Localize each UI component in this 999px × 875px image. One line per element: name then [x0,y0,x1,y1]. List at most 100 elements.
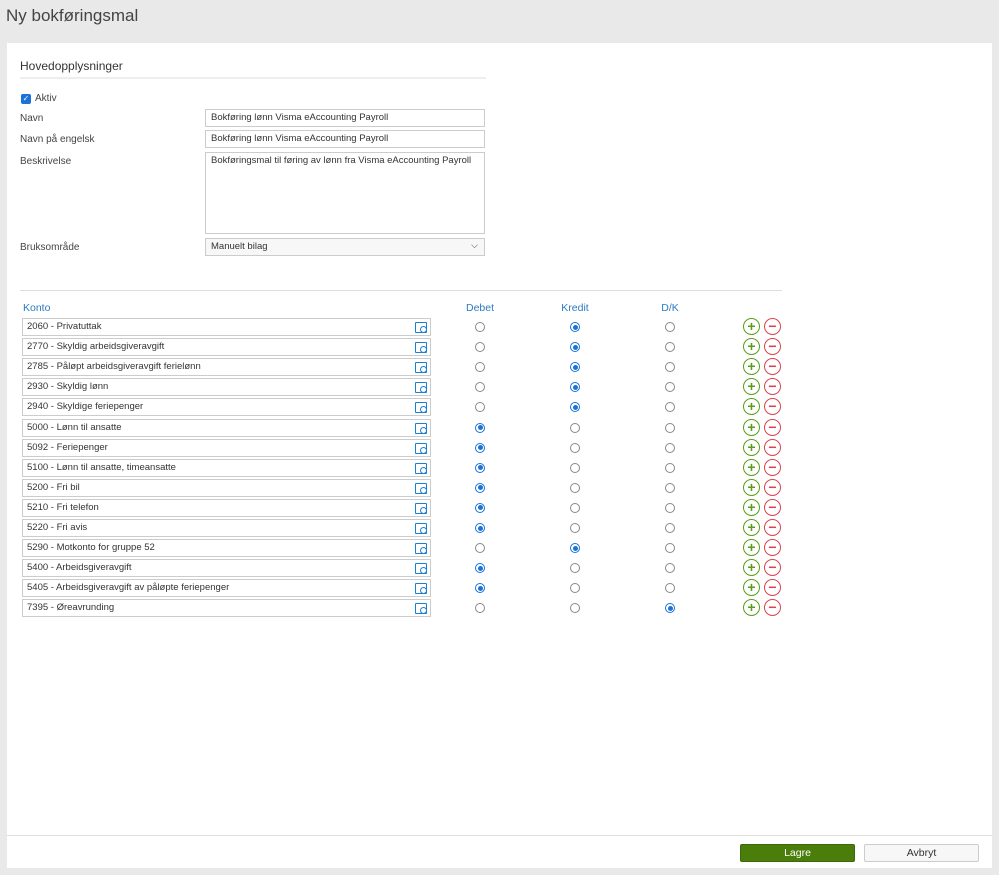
dk-radio[interactable] [665,382,675,393]
debet-radio[interactable] [475,482,485,493]
dk-radio[interactable] [665,563,675,574]
debet-radio[interactable] [475,583,485,594]
konto-input[interactable]: 7395 - Øreavrunding [22,599,431,618]
add-row-icon[interactable]: + [743,519,760,536]
add-row-icon[interactable]: + [743,418,760,436]
dk-radio[interactable] [665,502,675,513]
add-row-icon[interactable]: + [743,398,760,416]
remove-row-icon[interactable]: − [764,599,781,617]
konto-input[interactable]: 5210 - Fri telefon [22,498,431,517]
kredit-radio[interactable] [570,502,580,513]
account-lookup-icon[interactable] [415,402,427,414]
account-lookup-icon[interactable] [415,382,427,394]
add-row-icon[interactable]: + [743,478,760,496]
debet-radio[interactable] [475,523,485,533]
dk-radio[interactable] [665,402,675,413]
add-row-icon[interactable]: + [743,599,760,617]
account-lookup-icon[interactable] [415,322,427,333]
konto-input[interactable]: 5405 - Arbeidsgiveravgift av påløpte fer… [22,579,431,598]
kredit-radio[interactable] [570,402,580,413]
account-lookup-icon[interactable] [415,462,427,474]
kredit-radio[interactable] [570,482,580,493]
account-lookup-icon[interactable] [415,603,427,615]
remove-row-icon[interactable]: − [764,398,781,416]
add-row-icon[interactable]: + [743,458,760,476]
remove-row-icon[interactable]: − [764,458,781,476]
bruksomrade-select[interactable]: Manuelt bilag ⌵ [205,238,485,256]
konto-input[interactable]: 2785 - Påløpt arbeidsgiveravgift ferielø… [22,358,431,377]
account-lookup-icon[interactable] [415,482,427,494]
remove-row-icon[interactable]: − [764,378,781,396]
account-lookup-icon[interactable] [415,523,427,534]
save-button[interactable]: Lagre [740,844,855,862]
dk-radio[interactable] [665,422,675,433]
debet-radio[interactable] [475,543,485,554]
navn-engelsk-input[interactable]: Bokføring lønn Visma eAccounting Payroll [205,130,485,148]
konto-input[interactable]: 2940 - Skyldige feriepenger [22,398,431,417]
account-lookup-icon[interactable] [415,442,427,454]
kredit-radio[interactable] [570,563,580,574]
account-lookup-icon[interactable] [415,583,427,595]
dk-radio[interactable] [665,523,675,533]
konto-input[interactable]: 5400 - Arbeidsgiveravgift [22,559,431,578]
add-row-icon[interactable]: + [743,539,760,557]
debet-radio[interactable] [475,382,485,393]
remove-row-icon[interactable]: − [764,539,781,557]
add-row-icon[interactable]: + [743,579,760,597]
remove-row-icon[interactable]: − [764,579,781,597]
kredit-radio[interactable] [570,442,580,453]
account-lookup-icon[interactable] [415,422,427,434]
remove-row-icon[interactable]: − [764,559,781,577]
account-lookup-icon[interactable] [415,563,427,575]
debet-radio[interactable] [475,322,485,332]
kredit-radio[interactable] [570,322,580,332]
cancel-button[interactable]: Avbryt [864,844,979,862]
kredit-radio[interactable] [570,422,580,433]
dk-radio[interactable] [665,462,675,473]
kredit-radio[interactable] [570,382,580,393]
konto-input[interactable]: 5220 - Fri avis [22,519,431,537]
navn-input[interactable]: Bokføring lønn Visma eAccounting Payroll [205,109,485,127]
dk-radio[interactable] [665,603,675,614]
account-lookup-icon[interactable] [415,502,427,514]
kredit-radio[interactable] [570,583,580,594]
konto-input[interactable]: 5290 - Motkonto for gruppe 52 [22,539,431,558]
add-row-icon[interactable]: + [743,338,760,356]
konto-input[interactable]: 5200 - Fri bil [22,478,431,497]
remove-row-icon[interactable]: − [764,478,781,496]
dk-radio[interactable] [665,362,675,373]
dk-radio[interactable] [665,322,675,332]
account-lookup-icon[interactable] [415,543,427,555]
add-row-icon[interactable]: + [743,438,760,456]
debet-radio[interactable] [475,603,485,614]
konto-input[interactable]: 5092 - Feriepenger [22,438,431,457]
konto-input[interactable]: 2060 - Privatuttak [22,318,431,336]
add-row-icon[interactable]: + [743,318,760,335]
remove-row-icon[interactable]: − [764,438,781,456]
dk-radio[interactable] [665,342,675,353]
konto-input[interactable]: 2770 - Skyldig arbeidsgiveravgift [22,338,431,357]
remove-row-icon[interactable]: − [764,418,781,436]
remove-row-icon[interactable]: − [764,318,781,335]
konto-input[interactable]: 5100 - Lønn til ansatte, timeansatte [22,458,431,477]
add-row-icon[interactable]: + [743,358,760,376]
remove-row-icon[interactable]: − [764,338,781,356]
debet-radio[interactable] [475,362,485,373]
debet-radio[interactable] [475,462,485,473]
dk-radio[interactable] [665,543,675,554]
add-row-icon[interactable]: + [743,378,760,396]
debet-radio[interactable] [475,422,485,433]
beskrivelse-textarea[interactable]: Bokføringsmal til føring av lønn fra Vis… [205,152,485,234]
kredit-radio[interactable] [570,362,580,373]
debet-radio[interactable] [475,342,485,353]
dk-radio[interactable] [665,583,675,594]
kredit-radio[interactable] [570,543,580,554]
dk-radio[interactable] [665,442,675,453]
debet-radio[interactable] [475,402,485,413]
remove-row-icon[interactable]: − [764,519,781,536]
aktiv-checkbox[interactable]: ✓ [21,94,31,104]
dk-radio[interactable] [665,482,675,493]
debet-radio[interactable] [475,502,485,513]
kredit-radio[interactable] [570,342,580,353]
remove-row-icon[interactable]: − [764,498,781,516]
